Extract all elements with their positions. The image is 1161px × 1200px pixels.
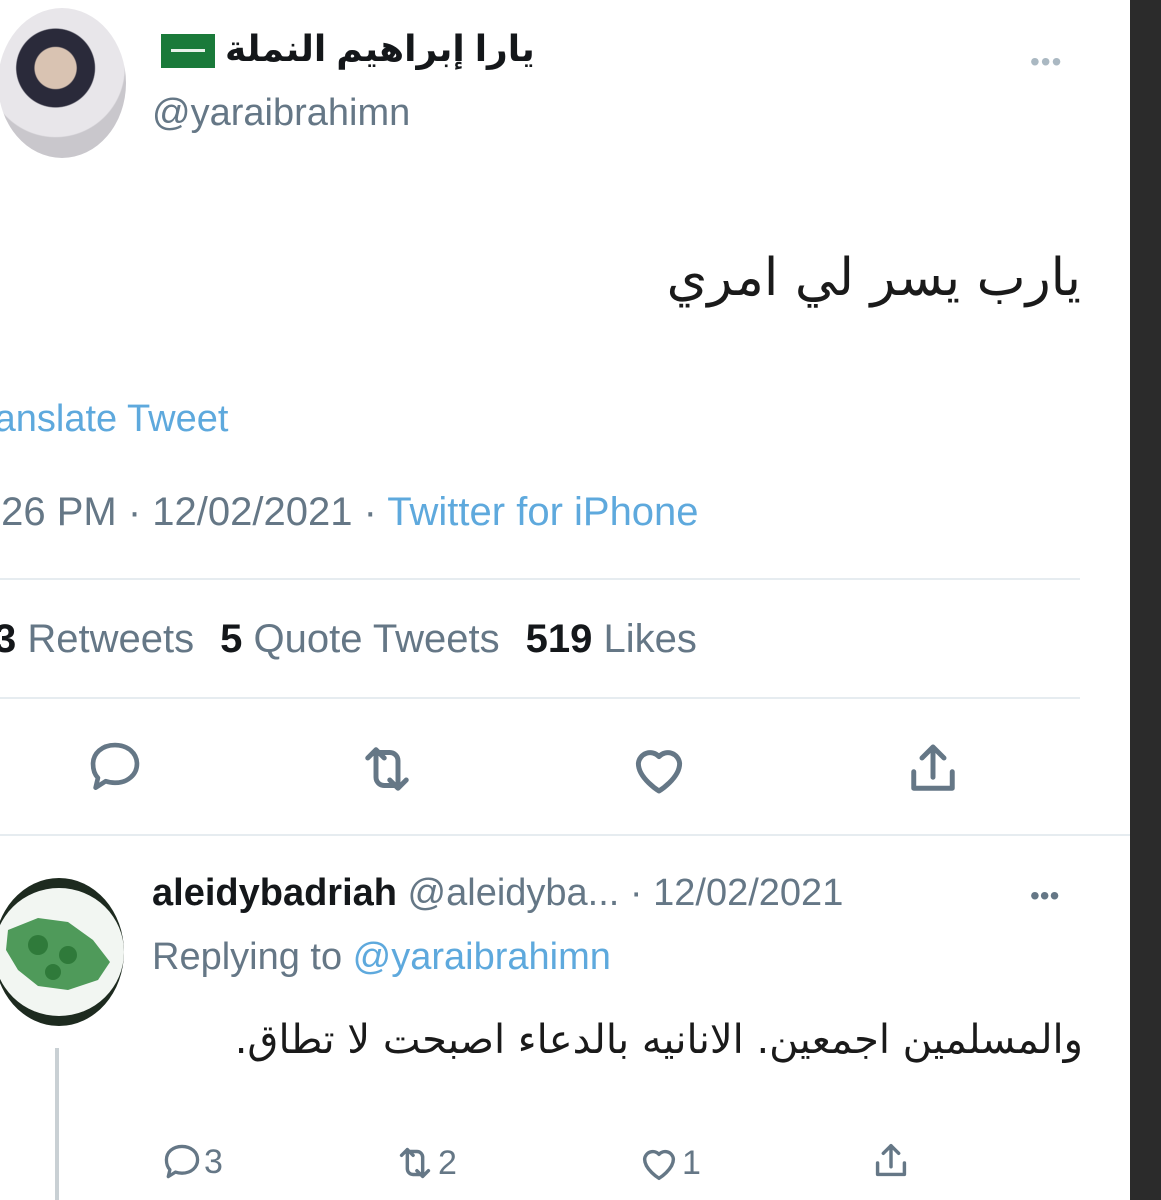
replying-label: Replying to bbox=[152, 936, 353, 978]
translate-tweet-link[interactable]: ranslate Tweet bbox=[0, 398, 228, 441]
saudi-flag-icon bbox=[161, 34, 215, 69]
retweets-label: Retweets bbox=[27, 617, 195, 661]
thread-line bbox=[55, 1048, 59, 1200]
reply-replies-count: 3 bbox=[204, 1142, 223, 1181]
reply-share-button[interactable] bbox=[868, 1138, 914, 1184]
share-icon bbox=[875, 1143, 907, 1177]
likes-stat[interactable]: 519 Likes bbox=[526, 617, 697, 661]
reply-handle[interactable]: @aleidyba... bbox=[408, 872, 620, 914]
meta-separator: · bbox=[116, 490, 153, 534]
reply-icon bbox=[164, 1144, 200, 1179]
likes-label: Likes bbox=[603, 617, 697, 661]
author-avatar[interactable] bbox=[0, 8, 126, 158]
reply-text: والمسلمين اجمعين. الانانيه بالدعاء اصبحت… bbox=[234, 1017, 1083, 1063]
retweet-button[interactable] bbox=[352, 734, 422, 804]
reply-date[interactable]: 12/02/2021 bbox=[653, 872, 843, 914]
reply-avatar[interactable] bbox=[0, 878, 124, 1026]
replying-mention[interactable]: @yaraibrahimn bbox=[353, 936, 611, 978]
quotes-stat[interactable]: 5 Quote Tweets bbox=[220, 617, 499, 661]
tweet-time[interactable]: :26 PM bbox=[0, 490, 117, 534]
quotes-count: 5 bbox=[220, 617, 243, 661]
tweet-text: يارب يسر لي امري bbox=[666, 248, 1081, 308]
author-name[interactable]: يارا إبراهيم النملة bbox=[155, 28, 535, 70]
likes-count: 519 bbox=[525, 617, 593, 661]
reply-date-separator: · bbox=[629, 872, 654, 914]
quotes-label: Quote Tweets bbox=[253, 617, 500, 661]
share-icon bbox=[911, 744, 955, 791]
reply-retweet-button[interactable]: 2 bbox=[392, 1140, 457, 1186]
screen-edge-bar bbox=[1130, 0, 1161, 1200]
reply-more-button[interactable]: ••• bbox=[1030, 880, 1059, 912]
reply-username[interactable]: aleidybadriah bbox=[152, 872, 397, 914]
reply-like-button[interactable]: 1 bbox=[636, 1140, 701, 1186]
tweet-source[interactable]: Twitter for iPhone bbox=[387, 490, 698, 534]
like-icon bbox=[635, 750, 683, 794]
tweet-meta: :26 PM · 12/02/2021 · Twitter for iPhone bbox=[0, 490, 699, 535]
author-handle[interactable]: @yaraibrahimn bbox=[152, 92, 410, 135]
author-name-text: يارا إبراهيم النملة bbox=[225, 28, 535, 69]
retweets-stat[interactable]: 3 Retweets bbox=[0, 617, 194, 661]
retweet-icon bbox=[365, 747, 409, 791]
more-horizontal-icon: ••• bbox=[1030, 46, 1063, 77]
retweets-count: 3 bbox=[0, 617, 17, 661]
more-options-button[interactable]: ••• bbox=[1030, 46, 1062, 78]
retweet-icon bbox=[399, 1147, 431, 1179]
divider bbox=[0, 834, 1130, 836]
like-icon bbox=[642, 1149, 676, 1181]
more-horizontal-icon: ••• bbox=[1030, 880, 1060, 911]
share-button[interactable] bbox=[898, 734, 968, 804]
reply-button[interactable] bbox=[80, 732, 150, 802]
reply-retweets-count: 2 bbox=[438, 1143, 457, 1182]
divider bbox=[0, 697, 1080, 699]
like-button[interactable] bbox=[624, 734, 694, 804]
meta-separator: · bbox=[352, 490, 388, 534]
saudi-map-icon bbox=[6, 918, 110, 990]
replying-to: Replying to @yaraibrahimn bbox=[152, 936, 611, 979]
tweet-date[interactable]: 12/02/2021 bbox=[152, 490, 352, 534]
reply-likes-count: 1 bbox=[682, 1143, 701, 1182]
divider bbox=[0, 578, 1080, 580]
reply-reply-button[interactable]: 3 bbox=[160, 1140, 223, 1184]
tweet-stats: 3 Retweets 5 Quote Tweets 519 Likes bbox=[0, 617, 697, 662]
reply-icon bbox=[90, 742, 140, 790]
reply-header: aleidybadriah @aleidyba... · 12/02/2021 bbox=[152, 872, 843, 915]
